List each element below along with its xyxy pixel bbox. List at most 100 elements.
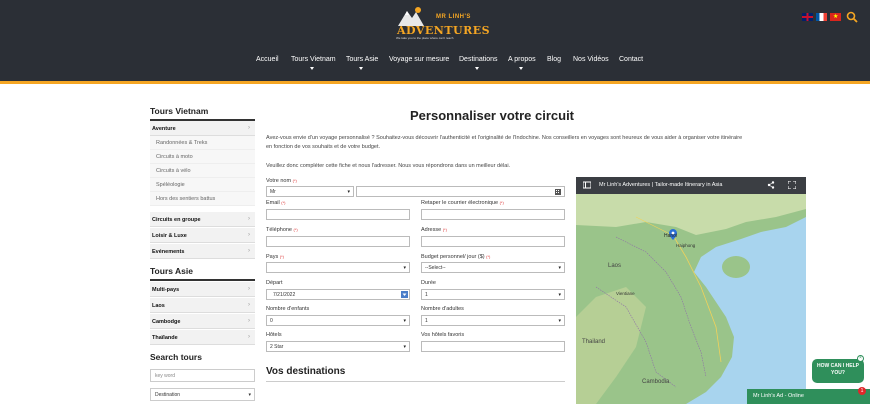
required-mark: (*) — [499, 200, 504, 205]
close-icon[interactable]: × — [857, 355, 864, 362]
sidebar-subitem-hors-sentiers[interactable]: Hors des sentiers battus — [150, 192, 255, 206]
nav-tours-asie[interactable]: Tours Asie — [346, 56, 378, 63]
country-select[interactable]: ▾ — [266, 262, 410, 273]
section-divider — [266, 381, 565, 382]
language-switcher — [802, 13, 841, 21]
sidebar-item-thailande[interactable]: Thaïlande › — [150, 330, 255, 345]
sidebar-title-vietnam: Tours Vietnam — [150, 106, 209, 116]
logo-line1: MR LINH'S — [436, 14, 471, 20]
sidebar-subitem-moto[interactable]: Circuits à moto — [150, 150, 255, 164]
nav-contact[interactable]: Contact — [619, 56, 643, 63]
chevron-down-icon: ▾ — [347, 189, 350, 195]
itinerary-map[interactable]: Hanoi Haiphong Laos Thailand Cambodia Vi… — [576, 177, 806, 404]
sidebar-item-multi-pays[interactable]: Multi-pays › — [150, 282, 255, 297]
keyword-input[interactable]: key word — [150, 369, 255, 382]
nav-blog[interactable]: Blog — [547, 56, 561, 63]
sidebar-subitem-speleologie[interactable]: Spéléologie — [150, 178, 255, 192]
chat-bar-label: Mr Linh's Ad - Online — [753, 393, 804, 399]
share-icon[interactable] — [767, 181, 775, 189]
required-mark: (*) — [293, 227, 298, 232]
vietnam-flag-icon[interactable] — [830, 13, 841, 21]
chevron-down-icon — [519, 67, 523, 70]
uk-flag-icon[interactable] — [802, 13, 813, 21]
sidebar-item-cambodge[interactable]: Cambodge › — [150, 314, 255, 329]
nav-destinations[interactable]: Destinations — [459, 56, 498, 63]
email-field[interactable] — [266, 209, 410, 220]
sidebar-item-label: Multi-pays — [152, 287, 180, 293]
address-label: Adresse (*) — [421, 227, 447, 233]
chevron-right-icon: › — [248, 216, 250, 222]
hotels-select-value: 2 Star — [270, 344, 284, 350]
chat-prompt-bubble[interactable]: HOW CAN I HELP YOU? — [812, 359, 864, 383]
map-label-vientiane: Vientiane — [616, 291, 635, 296]
nav-voyage-sur-mesure[interactable]: Voyage sur mesure — [389, 56, 449, 63]
sidebar-item-label: Laos — [152, 303, 165, 309]
sidebar-item-label: Cambodge — [152, 319, 181, 325]
chat-notification-badge: 1 — [858, 387, 866, 395]
nav-accueil[interactable]: Accueil — [256, 56, 279, 63]
duration-select-value: 1 — [425, 292, 428, 298]
phone-field[interactable] — [266, 236, 410, 247]
map-list-icon[interactable] — [583, 181, 591, 189]
list-icon — [555, 189, 561, 195]
map-label-haiphong: Haiphong — [676, 243, 696, 248]
destination-select-value: Destination — [155, 392, 181, 398]
map-label-thailand: Thailand — [582, 339, 606, 345]
sidebar-subitem-velo[interactable]: Circuits à vélo — [150, 164, 255, 178]
chat-bar[interactable]: Mr Linh's Ad - Online — [747, 389, 870, 404]
adults-select[interactable]: 1 ▾ — [421, 315, 565, 326]
chevron-down-icon: ▾ — [403, 265, 406, 271]
children-select[interactable]: 0 ▾ — [266, 315, 410, 326]
title-select-value: Mr — [270, 189, 276, 195]
nav-a-propos[interactable]: A propos — [508, 56, 536, 63]
chevron-down-icon: ▾ — [403, 344, 406, 350]
search-icon[interactable] — [846, 11, 858, 23]
departure-label: Départ — [266, 280, 283, 286]
chevron-down-icon — [310, 67, 314, 70]
sidebar-item-label: Thaïlande — [152, 335, 178, 341]
title-select[interactable]: Mr ▾ — [266, 186, 354, 197]
fav-hotels-label: Vos hôtels favoris — [421, 332, 465, 338]
chevron-right-icon: › — [248, 232, 250, 238]
chevron-right-icon: › — [248, 318, 250, 324]
duration-select[interactable]: 1 ▾ — [421, 289, 565, 300]
chevron-right-icon: › — [248, 248, 250, 254]
name-input[interactable] — [356, 186, 565, 197]
sidebar-item-label: Aventure — [152, 126, 176, 132]
map-label-laos: Laos — [608, 263, 622, 269]
sidebar-item-groupe[interactable]: Circuits en groupe › — [150, 212, 255, 227]
sidebar-title-search: Search tours — [150, 352, 202, 362]
nav-nos-videos[interactable]: Nos Vidéos — [573, 56, 609, 63]
name-label: Votre nom (*) — [266, 178, 297, 184]
required-mark: (*) — [292, 178, 297, 183]
calendar-dropdown-icon[interactable] — [401, 291, 408, 298]
fav-hotels-field[interactable] — [421, 341, 565, 352]
required-mark: (*) — [281, 200, 286, 205]
hotels-select[interactable]: 2 Star ▾ — [266, 341, 410, 352]
sidebar-item-laos[interactable]: Laos › — [150, 298, 255, 313]
budget-select-value: --Select-- — [425, 265, 446, 271]
destination-select[interactable]: Destination ▾ — [150, 388, 255, 401]
sidebar-item-loisir-luxe[interactable]: Loisir & Luxe › — [150, 228, 255, 243]
email-confirm-field[interactable] — [421, 209, 565, 220]
map-title: Mr Linh's Adventures | Tailor-made Itine… — [599, 182, 723, 188]
chevron-down-icon — [359, 67, 363, 70]
sidebar-item-aventure[interactable]: Aventure › — [150, 121, 255, 136]
address-field[interactable] — [421, 236, 565, 247]
phone-label: Téléphone (*) — [266, 227, 298, 233]
sidebar-item-evenements[interactable]: Evénements › — [150, 244, 255, 259]
departure-date-input[interactable]: 7/21/2022 — [266, 289, 410, 300]
sidebar-title-asie: Tours Asie — [150, 266, 193, 276]
fullscreen-icon[interactable] — [788, 181, 796, 189]
adults-select-value: 1 — [425, 318, 428, 324]
hotels-label: Hôtels — [266, 332, 282, 338]
header-accent-line — [0, 81, 870, 84]
budget-select[interactable]: --Select-- ▾ — [421, 262, 565, 273]
nav-tours-vietnam[interactable]: Tours Vietnam — [291, 56, 336, 63]
sidebar-subitem-treks[interactable]: Randonnées & Treks — [150, 136, 255, 150]
site-logo[interactable]: MR LINH'S ADVENTURES We take you to the … — [396, 4, 490, 40]
france-flag-icon[interactable] — [816, 13, 827, 21]
destinations-title: Vos destinations — [266, 366, 346, 377]
email-label: Email (*) — [266, 200, 286, 206]
map-terrain — [576, 177, 806, 404]
